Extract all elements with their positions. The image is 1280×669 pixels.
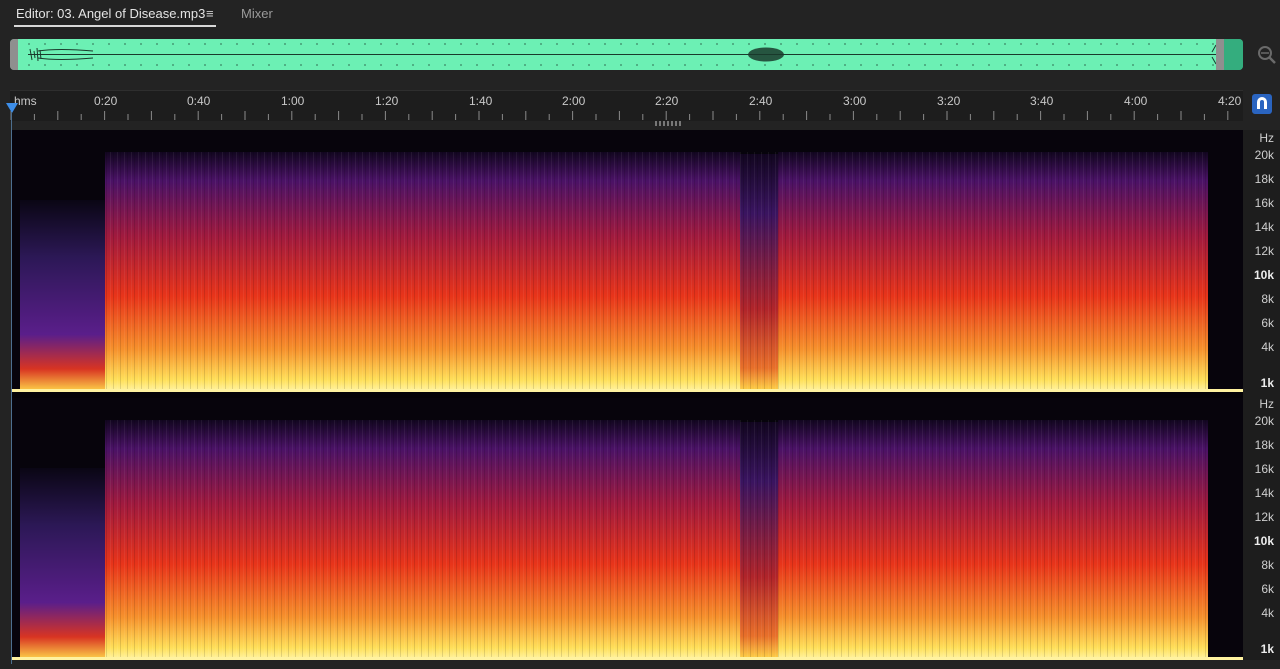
hz-label: 20k [1254,148,1274,162]
hz-label: 16k [1254,196,1274,210]
ruler-label: 1:20 [375,94,399,108]
ruler-label: 3:00 [843,94,867,108]
time-ruler[interactable]: hms 0:20 0:40 1:00 1:20 1:40 2:00 2:20 2… [10,90,1243,121]
ruler-label: 4:20 [1218,94,1242,108]
hz-label: 4k [1261,340,1274,354]
hz-label: 1k [1260,642,1274,656]
overview-waveform [28,43,1216,66]
zoom-magnifier-icon[interactable] [1256,44,1278,66]
hz-label: 4k [1261,606,1274,620]
ruler-label: 1:00 [281,94,305,108]
spectrogram-left [12,130,1243,392]
spectral-frequency-display[interactable] [12,130,1243,660]
ruler-label: 0:40 [187,94,211,108]
snap-magnet-icon[interactable] [1252,94,1272,114]
active-tab-underline [14,25,216,27]
spectrogram-right [12,398,1243,660]
hz-unit-label: Hz [1259,131,1274,145]
hz-label: 8k [1261,558,1274,572]
ruler-label: 0:20 [94,94,118,108]
hz-label: 8k [1261,292,1274,306]
hz-label: 1k [1260,376,1274,390]
ruler-label: 2:20 [655,94,679,108]
overview-left-handle[interactable] [10,39,18,70]
ruler-label: 3:20 [937,94,961,108]
overview-right-handle[interactable] [1216,39,1224,70]
frequency-axis: Hz 20k 18k 16k 14k 12k 10k 8k 6k 4k 1k H… [1243,130,1280,660]
channel-left-spectrogram[interactable] [12,130,1243,392]
editor-tab-bar: Editor: 03. Angel of Disease.mp3 ≡ Mixer [0,0,1280,32]
hz-label: 10k [1253,534,1274,548]
hz-label: 10k [1253,268,1274,282]
overview-visible-range[interactable] [18,39,1216,70]
hz-label: 6k [1261,316,1274,330]
hz-label: 18k [1254,438,1274,452]
hz-label: 14k [1254,220,1274,234]
hz-label: 14k [1254,486,1274,500]
channel-right-spectrogram[interactable] [12,398,1243,660]
hz-label: 6k [1261,582,1274,596]
ruler-label: 3:40 [1030,94,1054,108]
tab-editor[interactable]: Editor: 03. Angel of Disease.mp3 [16,6,205,21]
ruler-label: 2:40 [749,94,773,108]
ruler-label: 4:00 [1124,94,1148,108]
ruler-label: 1:40 [469,94,493,108]
hz-unit-label: Hz [1259,397,1274,411]
panel-menu-icon[interactable]: ≡ [206,6,214,21]
panel-resize-grip[interactable] [655,121,683,126]
hz-label: 16k [1254,462,1274,476]
hz-label: 12k [1254,510,1274,524]
hz-label: 18k [1254,172,1274,186]
ruler-ticks [10,111,1229,120]
playhead-marker-icon[interactable] [6,103,18,113]
waveform-overview[interactable] [10,39,1243,70]
hz-label: 20k [1254,414,1274,428]
ruler-label: 2:00 [562,94,586,108]
hz-label: 12k [1254,244,1274,258]
tab-mixer[interactable]: Mixer [241,6,273,21]
